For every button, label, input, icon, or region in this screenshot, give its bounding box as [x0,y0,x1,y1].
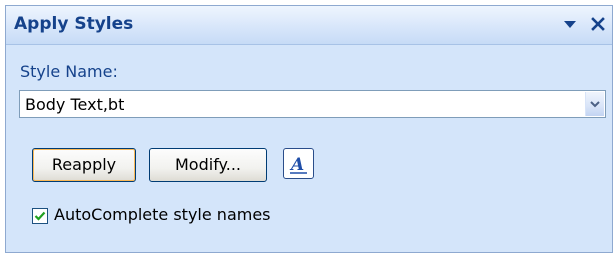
style-name-label: Style Name: [20,62,118,81]
reapply-button[interactable]: Reapply [32,148,136,182]
pane-title: Apply Styles [14,14,134,34]
chevron-down-icon [590,101,600,108]
autocomplete-label[interactable]: AutoComplete style names [54,205,271,224]
styles-pane-button[interactable]: A [283,148,314,179]
style-name-value[interactable]: Body Text,bt [25,95,124,114]
apply-styles-pane: Apply Styles Style Name: Body Text,bt Re… [5,5,613,253]
checkmark-icon [34,211,46,221]
close-icon[interactable] [589,15,607,33]
pane-bottom-divider [6,252,612,253]
autocomplete-checkbox[interactable] [32,208,48,224]
modify-button[interactable]: Modify... [149,148,267,182]
styles-pane-icon: A [289,155,307,175]
pane-titlebar: Apply Styles [6,6,612,45]
styles-icon-letter: A [289,155,304,175]
style-name-combobox[interactable]: Body Text,bt [19,90,606,118]
dropdown-arrow-icon[interactable] [562,17,578,33]
style-name-dropdown-button[interactable] [585,92,604,116]
